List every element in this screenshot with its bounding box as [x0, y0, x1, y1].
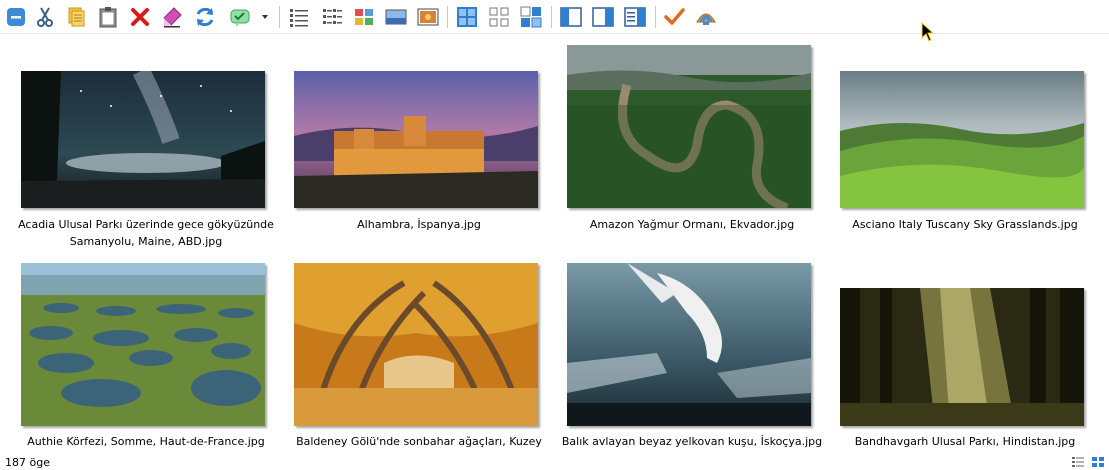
- view-grid-icon[interactable]: [1091, 456, 1105, 468]
- file-name: Balık avlayan beyaz yelkovan kuşu, İskoç…: [561, 435, 823, 448]
- file-thumbnail[interactable]: [294, 263, 538, 426]
- toolbar-separator: [551, 6, 552, 28]
- file-thumbnail[interactable]: [840, 71, 1084, 208]
- file-thumbnail[interactable]: [840, 288, 1084, 426]
- delete-icon[interactable]: [128, 5, 152, 29]
- view-filmstrip-icon[interactable]: [384, 5, 408, 29]
- file-thumbnail[interactable]: [567, 45, 811, 208]
- file-thumbnail[interactable]: [21, 71, 265, 208]
- view-details-icon[interactable]: [287, 5, 311, 29]
- shell-icon[interactable]: [694, 5, 718, 29]
- view-grid-icon[interactable]: [455, 5, 479, 29]
- toolbar: [0, 0, 1109, 34]
- view-slideshow-icon[interactable]: [416, 5, 440, 29]
- file-thumbnail[interactable]: [567, 263, 811, 426]
- view-details-icon[interactable]: [1071, 456, 1085, 468]
- minimize-icon[interactable]: [4, 5, 28, 29]
- file-name: Amazon Yağmur Ormanı, Ekvador.jpg: [589, 218, 795, 231]
- status-bar: 187 öge: [0, 454, 1109, 470]
- toolbar-separator: [447, 6, 448, 28]
- paste-icon[interactable]: [96, 5, 120, 29]
- file-thumbnail[interactable]: [294, 71, 538, 208]
- view-grid-small-icon[interactable]: [487, 5, 511, 29]
- file-name: Baldeney Gölü'nde sonbahar ağaçları, Kuz…: [296, 435, 542, 448]
- layout-preview-pane-icon[interactable]: [623, 5, 647, 29]
- dropdown-arrow-icon[interactable]: [259, 5, 271, 29]
- item-count: 187 öge: [5, 456, 50, 469]
- checkmark-icon[interactable]: [662, 5, 686, 29]
- file-name: Acadia Ulusal Parkı üzerinde gece gökyüz…: [18, 218, 274, 248]
- file-thumbnail[interactable]: [21, 263, 265, 426]
- layout-left-pane-icon[interactable]: [559, 5, 583, 29]
- file-name: Authie Körfezi, Somme, Haut-de-France.jp…: [27, 435, 265, 448]
- mouse-cursor-icon: [921, 21, 935, 42]
- file-name: Alhambra, İspanya.jpg: [357, 218, 481, 231]
- toolbar-separator: [655, 6, 656, 28]
- file-name: Bandhavgarh Ulusal Parkı, Hindistan.jpg: [854, 435, 1076, 448]
- refresh-icon[interactable]: [193, 5, 217, 29]
- view-grid-mixed-icon[interactable]: [519, 5, 543, 29]
- rename-icon[interactable]: [160, 5, 184, 29]
- file-name: Asciano Italy Tuscany Sky Grasslands.jpg: [852, 218, 1078, 231]
- copy-icon[interactable]: [64, 5, 88, 29]
- view-list-icon[interactable]: [320, 5, 344, 29]
- layout-right-pane-icon[interactable]: [591, 5, 615, 29]
- select-icon[interactable]: [228, 5, 252, 29]
- view-thumbnails-icon[interactable]: [352, 5, 376, 29]
- toolbar-separator: [279, 6, 280, 28]
- cut-icon[interactable]: [33, 5, 57, 29]
